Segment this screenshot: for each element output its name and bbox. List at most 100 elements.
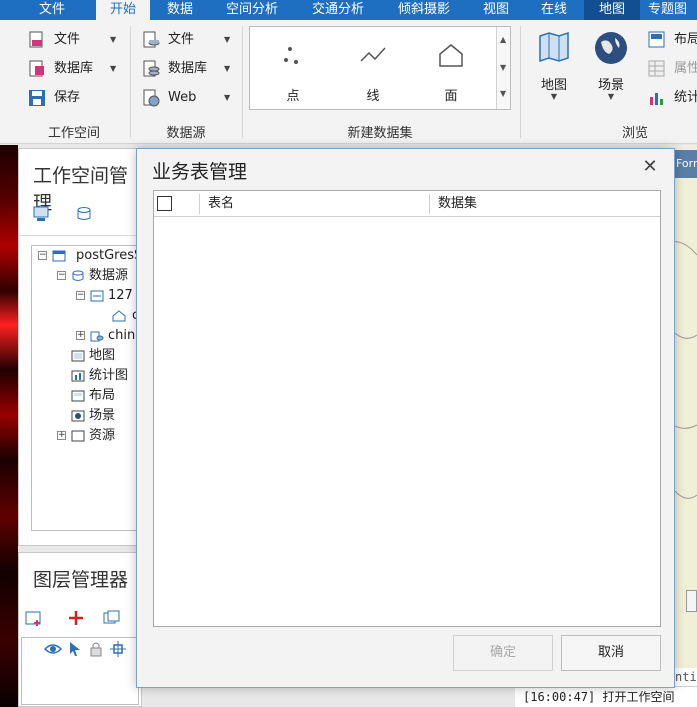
select-pointer-icon[interactable] bbox=[68, 641, 82, 657]
collapse-icon[interactable]: − bbox=[38, 251, 47, 260]
datasource-database-label: 数据库 bbox=[168, 61, 208, 76]
close-icon[interactable]: ✕ bbox=[638, 155, 662, 179]
expand-icon[interactable]: + bbox=[76, 331, 85, 340]
cancel-button[interactable]: 取消 bbox=[561, 635, 661, 671]
tab-data[interactable]: 数据 bbox=[156, 0, 204, 20]
output-log-line: [16:00:47] 打开工作空间 bbox=[515, 686, 697, 707]
tree-label: 统计图 bbox=[89, 368, 129, 383]
lock-icon[interactable] bbox=[88, 641, 104, 657]
tree-label: 布局 bbox=[89, 388, 116, 403]
layouts-folder-icon bbox=[71, 390, 85, 402]
chevron-down-icon: ▼ bbox=[607, 92, 615, 101]
workspace-database-label: 数据库 bbox=[54, 61, 94, 76]
web-datasource-icon bbox=[143, 89, 160, 107]
workspace-file-button[interactable]: 文件 ▼ bbox=[28, 28, 122, 52]
chevron-down-icon: ▼ bbox=[550, 92, 558, 101]
tab-view[interactable]: 视图 bbox=[472, 0, 520, 20]
layout-label: 布局 bbox=[674, 32, 697, 47]
chevron-down-icon: ▼ bbox=[224, 64, 231, 73]
grid-header: 表名 数据集 bbox=[154, 191, 660, 217]
tab-map[interactable]: 地图 bbox=[584, 0, 640, 20]
scenes-folder-icon bbox=[71, 410, 85, 422]
scene-button[interactable]: 场景 ▼ bbox=[586, 30, 636, 110]
attribute-label: 属性 bbox=[674, 61, 697, 76]
tree-label: 资源 bbox=[89, 428, 116, 443]
layer-list bbox=[21, 637, 139, 705]
workspace-database-button[interactable]: 数据库 ▼ bbox=[28, 57, 122, 81]
statistics-label: 统计 bbox=[674, 90, 697, 105]
scroll-up-icon[interactable]: ▲ bbox=[500, 35, 506, 44]
map-button[interactable]: 地图 ▼ bbox=[529, 30, 579, 110]
datasource-file-button[interactable]: 文件 ▼ bbox=[142, 28, 236, 52]
workspace-save-label: 保存 bbox=[54, 90, 81, 105]
ok-button[interactable]: 确定 bbox=[453, 635, 553, 671]
new-dataset-group-label: 新建数据集 bbox=[347, 126, 413, 141]
line-label: 线 bbox=[366, 89, 380, 104]
attribute-button[interactable]: 属性 bbox=[648, 57, 697, 81]
gallery-more-icon[interactable]: ▼ bbox=[500, 89, 506, 98]
datasources-icon bbox=[72, 270, 84, 281]
workspace-file-label: 文件 bbox=[54, 32, 81, 47]
region-dataset-icon bbox=[112, 310, 126, 322]
tree-label: chin bbox=[108, 328, 136, 343]
layout-button[interactable]: 布局 bbox=[648, 28, 697, 52]
collapse-icon[interactable]: − bbox=[57, 271, 66, 280]
layer-manager-title: 图层管理器 bbox=[33, 569, 129, 591]
point-label: 点 bbox=[286, 89, 300, 104]
statistics-button[interactable]: 统计 bbox=[648, 86, 697, 110]
datasource-database-button[interactable]: 数据库 ▼ bbox=[142, 57, 236, 81]
region-label: 面 bbox=[444, 89, 458, 104]
add-icon[interactable] bbox=[67, 609, 85, 627]
ribbon-separator bbox=[520, 26, 521, 138]
tab-traffic-analysis[interactable]: 交通分析 bbox=[302, 0, 374, 20]
layers-copy-icon[interactable] bbox=[103, 609, 121, 627]
column-header-dataset[interactable]: 数据集 bbox=[430, 191, 658, 217]
tree-label: postGresS bbox=[76, 248, 141, 263]
layer-manager-panel: 图层管理器 bbox=[18, 552, 142, 707]
datasource-file-label: 文件 bbox=[168, 32, 195, 47]
collapse-icon[interactable]: − bbox=[76, 291, 85, 300]
scroll-down-icon[interactable]: ▼ bbox=[500, 63, 506, 72]
scene-label: 场景 bbox=[597, 78, 624, 93]
line-icon bbox=[360, 47, 386, 62]
add-layer-group-icon[interactable] bbox=[25, 609, 43, 627]
tab-file[interactable]: 文件 bbox=[20, 0, 84, 20]
browse-group-label: 浏览 bbox=[621, 126, 648, 141]
tab-oblique-photography[interactable]: 倾斜摄影 bbox=[388, 0, 460, 20]
column-header-table-name[interactable]: 表名 bbox=[200, 191, 428, 217]
tree-label: 数据源 bbox=[89, 268, 129, 283]
attribute-table-icon bbox=[648, 60, 665, 77]
file-datasource-icon bbox=[90, 331, 104, 342]
eye-icon[interactable] bbox=[44, 642, 62, 656]
datasource-web-label: Web bbox=[168, 90, 197, 105]
workspace-tree: − postGresS − 数据源 − 127 c + chin 地图 统计图 … bbox=[31, 245, 141, 531]
datasource-view-icon[interactable] bbox=[75, 205, 93, 223]
map-scroll-handle[interactable] bbox=[686, 590, 697, 612]
workspace-save-button[interactable]: 保存 bbox=[28, 86, 122, 110]
map-icon bbox=[539, 31, 569, 63]
new-region-dataset-button[interactable]: 面 bbox=[412, 27, 490, 109]
point-icon bbox=[284, 47, 298, 64]
dialog-title: 业务表管理 bbox=[152, 161, 248, 183]
bar-chart-icon bbox=[650, 93, 663, 105]
gallery-scroller[interactable]: ▲ ▼ ▼ bbox=[496, 27, 510, 109]
new-dataset-gallery: 点 线 面 ▲ ▼ ▼ bbox=[249, 26, 511, 110]
select-all-checkbox[interactable] bbox=[157, 196, 172, 211]
tab-spatial-analysis[interactable]: 空间分析 bbox=[216, 0, 288, 20]
expand-icon[interactable]: + bbox=[57, 431, 66, 440]
workspace-view-icon[interactable] bbox=[33, 205, 51, 223]
datasource-file-icon bbox=[143, 31, 160, 48]
chevron-down-icon: ▼ bbox=[224, 93, 231, 102]
new-point-dataset-button[interactable]: 点 bbox=[254, 27, 332, 109]
business-table-grid[interactable]: 表名 数据集 bbox=[153, 190, 661, 627]
tree-label: 地图 bbox=[89, 348, 116, 363]
tab-online[interactable]: 在线 bbox=[530, 0, 578, 20]
ribbon-separator bbox=[242, 26, 243, 138]
datasource-web-button[interactable]: Web ▼ bbox=[142, 86, 236, 110]
tab-start[interactable]: 开始 bbox=[96, 0, 150, 20]
snap-icon[interactable] bbox=[110, 641, 126, 657]
tab-thematic-map[interactable]: 专题图 bbox=[648, 0, 697, 20]
panel-divider bbox=[19, 235, 141, 236]
chevron-down-icon: ▼ bbox=[110, 64, 117, 73]
new-line-dataset-button[interactable]: 线 bbox=[334, 27, 412, 109]
